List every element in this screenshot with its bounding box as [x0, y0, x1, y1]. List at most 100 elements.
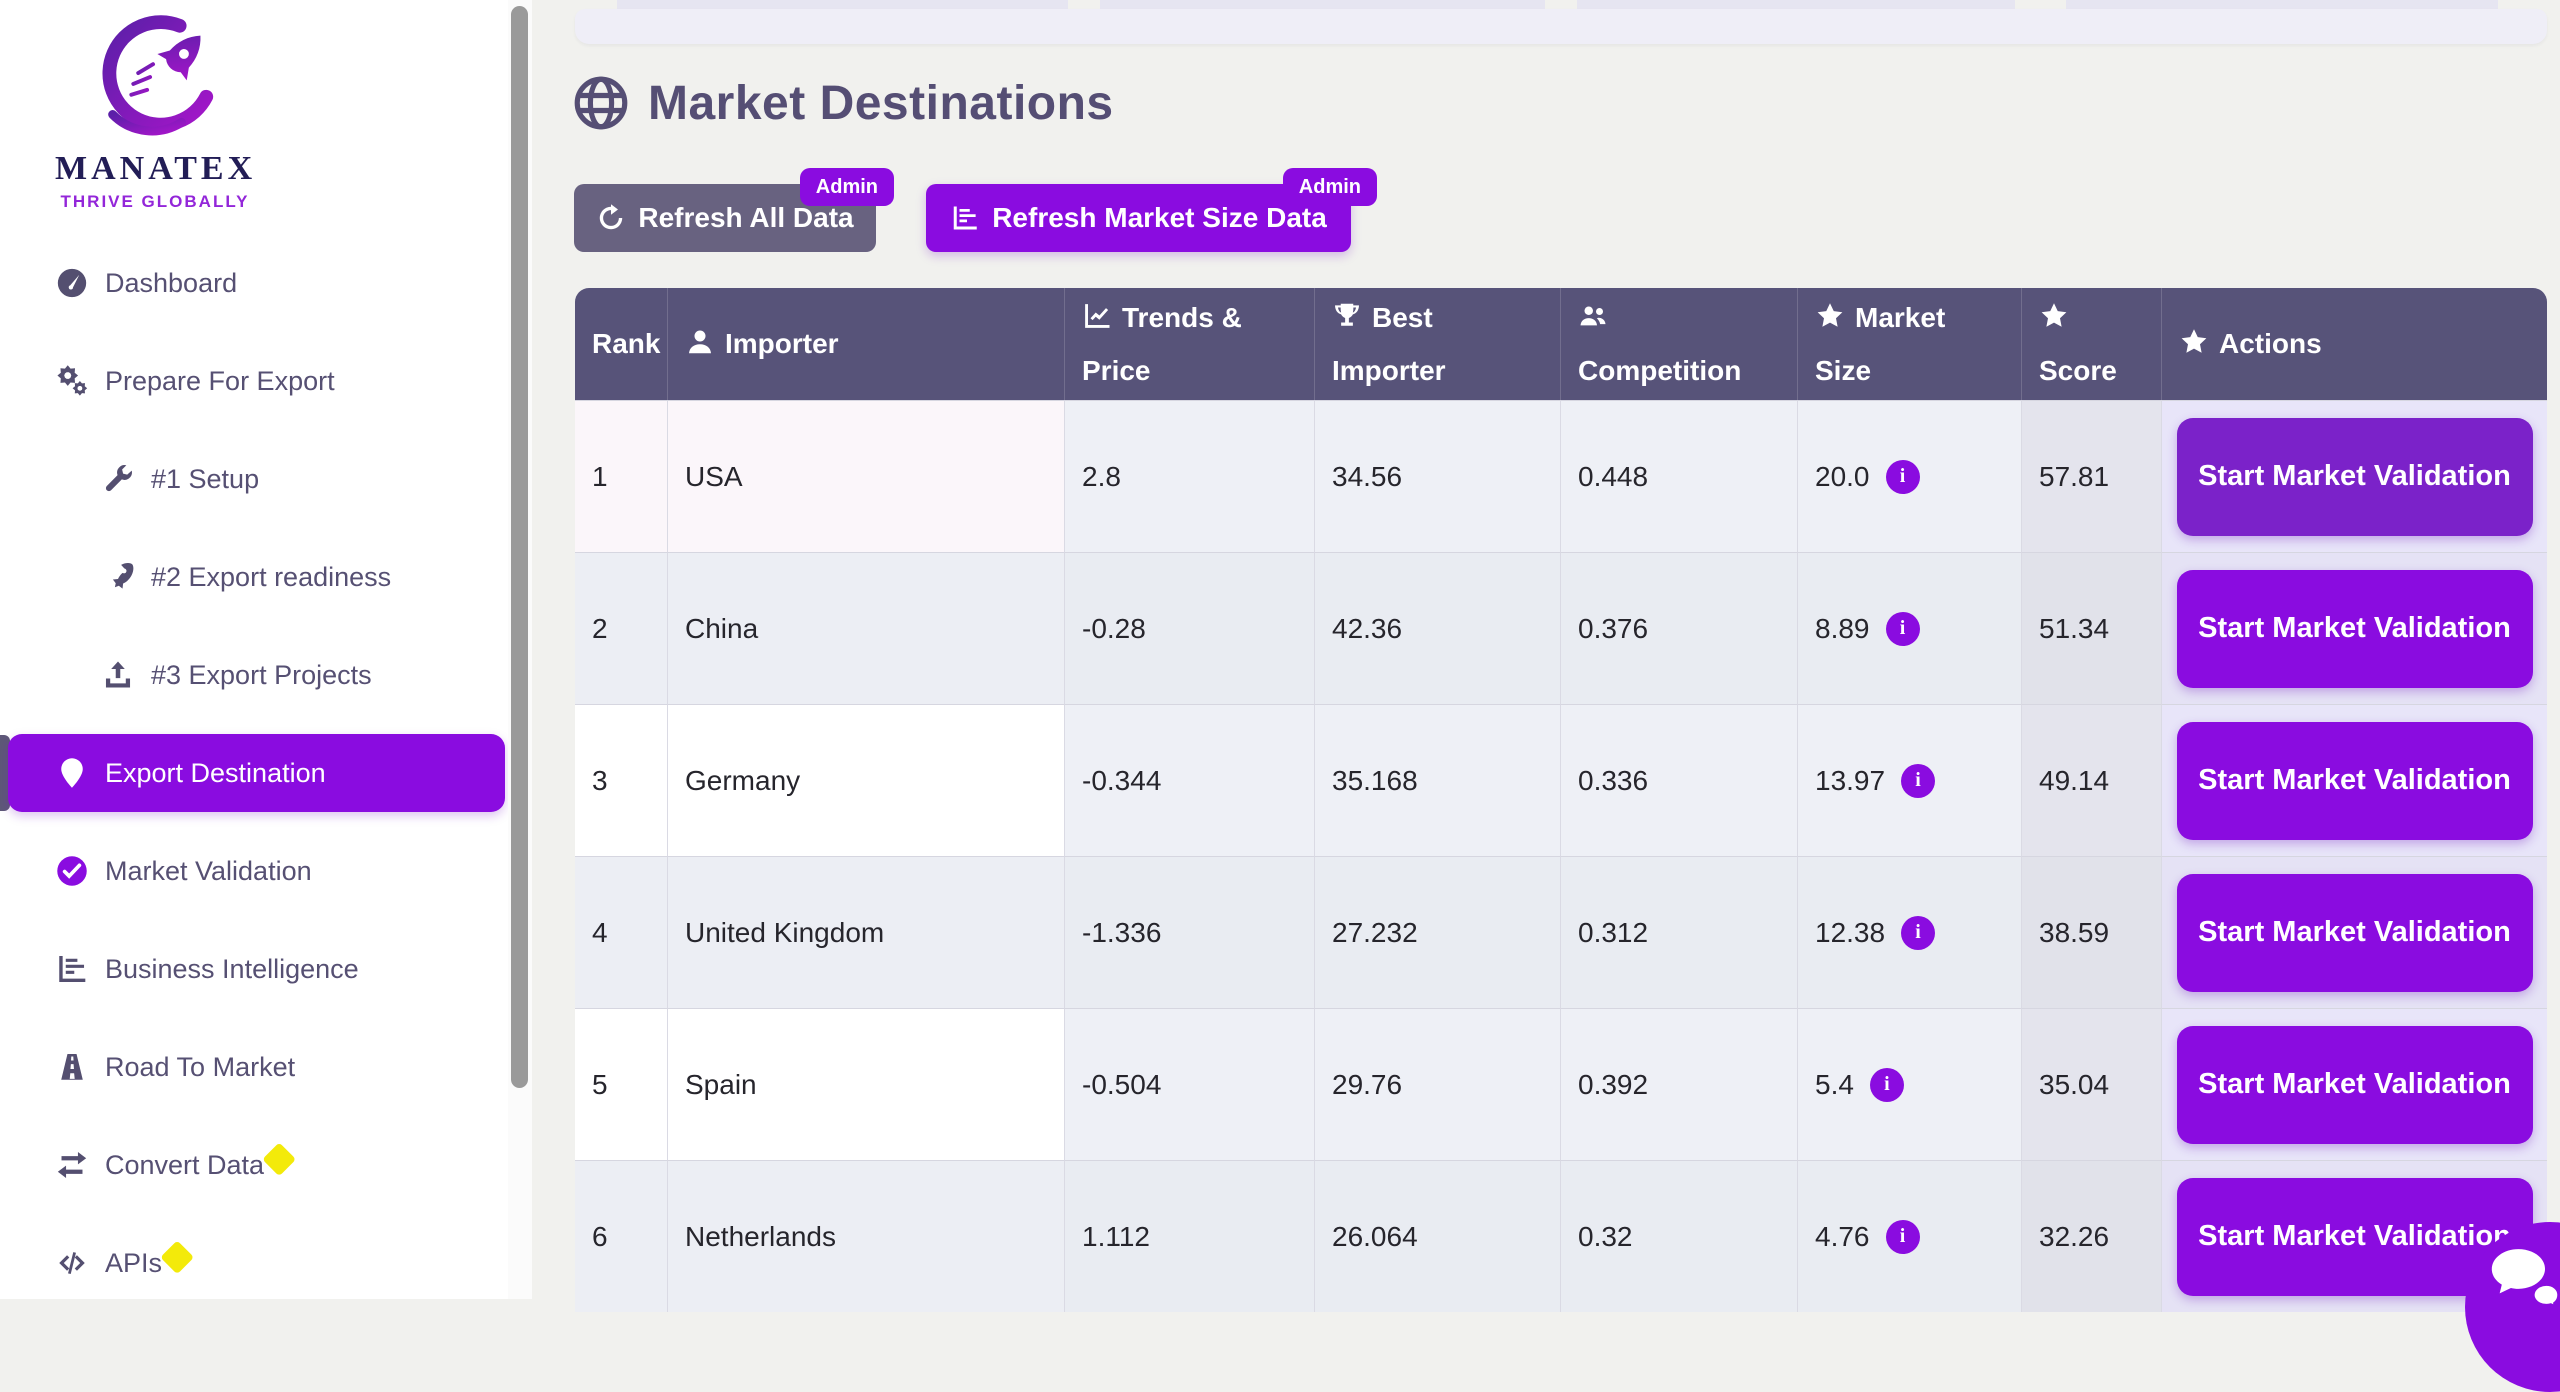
sidebar-item-prepare-for-export[interactable]: Prepare For Export: [0, 332, 508, 430]
start-market-validation-button[interactable]: Start Market Validation: [2177, 570, 2533, 688]
user-icon: [685, 321, 715, 351]
trends-price-cell: -0.28: [1065, 552, 1315, 704]
sidebar-item-label: APIs: [105, 1248, 162, 1279]
importer-cell: United Kingdom: [668, 856, 1065, 1008]
sidebar-item-label: Export Destination: [105, 758, 326, 789]
sidebar-item-1-setup[interactable]: #1 Setup: [0, 430, 508, 528]
market-size-cell: 8.89 i: [1798, 552, 2022, 704]
sidebar-item-label: Road To Market: [105, 1052, 295, 1083]
score-cell: 51.34: [2022, 552, 2162, 704]
sidebar-item-2-export-readiness[interactable]: #2 Export readiness: [0, 528, 508, 626]
trends-price-cell: 1.112: [1065, 1160, 1315, 1312]
map-pin-icon: [55, 753, 95, 793]
importer-cell: Netherlands: [668, 1160, 1065, 1312]
check-circle-icon: [55, 851, 95, 891]
market-size-value: 13.97: [1815, 765, 1885, 797]
road-icon: [55, 1047, 95, 1087]
sidebar-item-label: #2 Export readiness: [151, 562, 391, 593]
refresh-all-data-button[interactable]: Refresh All Data Admin: [574, 184, 876, 252]
info-icon[interactable]: i: [1886, 1220, 1920, 1254]
gears-icon: [55, 361, 95, 401]
competition-cell: 0.336: [1561, 704, 1798, 856]
info-icon[interactable]: i: [1901, 764, 1935, 798]
refresh-all-data-label: Refresh All Data: [638, 202, 853, 234]
bar-chart-icon: [950, 203, 980, 233]
sidebar-item-market-validation[interactable]: Market Validation: [0, 822, 508, 920]
importer-cell: USA: [668, 400, 1065, 552]
start-market-validation-button[interactable]: Start Market Validation: [2177, 1026, 2533, 1144]
info-icon[interactable]: i: [1870, 1068, 1904, 1102]
start-market-validation-button[interactable]: Start Market Validation: [2177, 874, 2533, 992]
code-icon: [55, 1243, 95, 1283]
table-row-usa: 1USA2.834.560.44820.0i57.81Start Market …: [575, 400, 2547, 552]
table-row-germany: 3Germany-0.34435.1680.33613.97i49.14Star…: [575, 704, 2547, 856]
column-header-importer: Importer: [668, 288, 1065, 400]
star-icon: [1815, 295, 1845, 325]
page-title: Market Destinations: [570, 72, 1114, 134]
sidebar-item-road-to-market[interactable]: Road To Market: [0, 1018, 508, 1116]
globe-rocket-logo: [80, 10, 230, 148]
upload-icon: [101, 655, 141, 695]
table-row-united-kingdom: 4United Kingdom-1.33627.2320.31212.38i38…: [575, 856, 2547, 1008]
column-header-best-importer: Best Importer: [1315, 288, 1561, 400]
trends-price-cell: 2.8: [1065, 400, 1315, 552]
sidebar-item-business-intelligence[interactable]: Business Intelligence: [0, 920, 508, 1018]
logo[interactable]: MANATEX THRIVE GLOBALLY: [55, 10, 255, 212]
sidebar-item-apis[interactable]: APIs: [0, 1214, 508, 1312]
new-feature-diamond-badge: [262, 1142, 296, 1176]
actions-cell: Start Market Validation: [2162, 552, 2547, 704]
sidebar-nav: Dashboard Prepare For Export #1 Setup #2 Ex…: [0, 234, 508, 1312]
table-body: 1USA2.834.560.44820.0i57.81Start Market …: [575, 400, 2547, 1312]
sidebar-item-dashboard[interactable]: Dashboard: [0, 234, 508, 332]
wrench-icon: [101, 459, 141, 499]
market-size-value: 4.76: [1815, 1221, 1870, 1253]
start-market-validation-button[interactable]: Start Market Validation: [2177, 722, 2533, 840]
info-icon[interactable]: i: [1886, 612, 1920, 646]
star-icon: [2039, 295, 2069, 325]
sidebar-item-label: Business Intelligence: [105, 954, 359, 985]
table-row-china: 2China-0.2842.360.3768.89i51.34Start Mar…: [575, 552, 2547, 704]
score-cell: 38.59: [2022, 856, 2162, 1008]
admin-badge: Admin: [800, 168, 894, 206]
competition-cell: 0.312: [1561, 856, 1798, 1008]
actions-cell: Start Market Validation: [2162, 1008, 2547, 1160]
column-header-trends-price: Trends & Price: [1065, 288, 1315, 400]
actions-cell: Start Market Validation: [2162, 704, 2547, 856]
info-icon[interactable]: i: [1901, 916, 1935, 950]
best-importer-cell: 29.76: [1315, 1008, 1561, 1160]
sidebar-scrollbar-thumb[interactable]: [511, 6, 528, 1088]
chat-bubbles-icon: [2483, 1244, 2560, 1320]
star-icon: [2179, 321, 2209, 351]
page-title-text: Market Destinations: [648, 76, 1114, 131]
sidebar-item-label: #3 Export Projects: [151, 660, 372, 691]
info-icon[interactable]: i: [1886, 460, 1920, 494]
chart-line-icon: [1082, 295, 1112, 325]
competition-cell: 0.376: [1561, 552, 1798, 704]
new-feature-diamond-badge: [160, 1240, 194, 1274]
sidebar-item-label: #1 Setup: [151, 464, 259, 495]
competition-cell: 0.448: [1561, 400, 1798, 552]
best-importer-cell: 27.232: [1315, 856, 1561, 1008]
sidebar-scrollbar-track[interactable]: [508, 0, 532, 1299]
market-size-cell: 12.38i: [1798, 856, 2022, 1008]
market-size-cell: 20.0i: [1798, 400, 2022, 552]
rank-cell: 1: [575, 400, 668, 552]
best-importer-cell: 42.36: [1315, 552, 1561, 704]
refresh-icon: [596, 203, 626, 233]
trends-price-cell: -1.336: [1065, 856, 1315, 1008]
market-size-cell: 13.97 i: [1798, 704, 2022, 856]
sidebar-item-convert-data[interactable]: Convert Data: [0, 1116, 508, 1214]
sidebar-item-export-destination[interactable]: Export Destination: [8, 734, 505, 812]
tachometer-icon: [55, 263, 95, 303]
scrolled-card-remnant: [575, 0, 2547, 44]
sidebar-item-3-export-projects[interactable]: #3 Export Projects: [0, 626, 508, 724]
sidebar-item-label: Prepare For Export: [105, 366, 335, 397]
score-cell: 32.26: [2022, 1160, 2162, 1312]
column-header-competition: Competition: [1561, 288, 1798, 400]
market-size-value: 5.4: [1815, 1069, 1854, 1101]
market-size-value: 8.89: [1815, 613, 1870, 645]
column-header-score: Score: [2022, 288, 2162, 400]
start-market-validation-button[interactable]: Start Market Validation: [2177, 418, 2533, 536]
admin-badge: Admin: [1283, 168, 1377, 206]
refresh-market-size-button[interactable]: Refresh Market Size Data Admin: [926, 184, 1351, 252]
